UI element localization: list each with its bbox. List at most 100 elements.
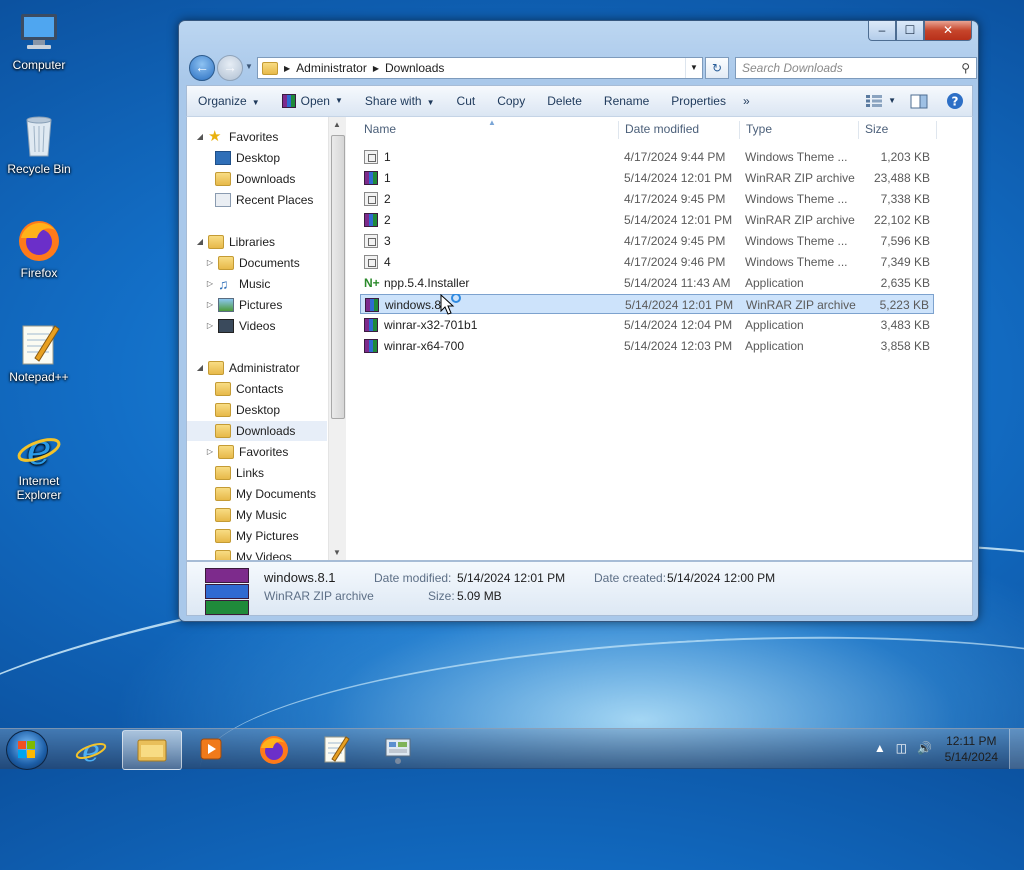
file-row[interactable]: 1 4/17/2024 9:44 PM Windows Theme ... 1,… bbox=[360, 147, 934, 167]
close-button[interactable]: ✕ bbox=[924, 21, 972, 41]
nav-library-documents[interactable]: ▷ Documents bbox=[205, 253, 300, 273]
nav-my-music[interactable]: My Music bbox=[215, 505, 287, 525]
taskbar-notepad-plus-plus[interactable] bbox=[307, 730, 365, 768]
desktop-icon-notepad-plus-plus[interactable]: Notepad++ bbox=[2, 320, 76, 384]
nav-library-pictures[interactable]: ▷ Pictures bbox=[205, 295, 282, 315]
nav-administrator[interactable]: ◢ Administrator bbox=[195, 358, 300, 378]
winrar-installer-icon bbox=[364, 318, 378, 332]
nav-downloads[interactable]: Downloads bbox=[187, 421, 327, 441]
taskbar-firefox[interactable] bbox=[245, 730, 303, 768]
nav-desktop[interactable]: Desktop bbox=[215, 400, 280, 420]
file-row[interactable]: 1 5/14/2024 12:01 PM WinRAR ZIP archive … bbox=[360, 168, 934, 188]
column-header-date-modified[interactable]: Date modified bbox=[625, 117, 699, 141]
column-header-size[interactable]: Size bbox=[865, 117, 888, 141]
nav-favorites[interactable]: ◢ ★ Favorites bbox=[195, 127, 278, 147]
expand-arrow-icon[interactable]: ▷ bbox=[205, 274, 215, 294]
search-input[interactable]: Search Downloads ⚲ bbox=[735, 57, 977, 79]
cut-button[interactable]: Cut bbox=[446, 89, 487, 113]
more-commands-button[interactable]: » bbox=[737, 89, 756, 113]
recent-pages-dropdown[interactable]: ▼ bbox=[245, 62, 253, 71]
share-with-button[interactable]: Share with ▼ bbox=[354, 89, 446, 113]
column-divider[interactable] bbox=[739, 121, 740, 139]
firefox-icon bbox=[15, 216, 63, 264]
address-dropdown-icon[interactable]: ▼ bbox=[685, 58, 702, 78]
column-divider[interactable] bbox=[618, 121, 619, 139]
taskbar-network-app[interactable] bbox=[370, 730, 428, 768]
collapse-arrow-icon[interactable]: ◢ bbox=[195, 127, 205, 147]
file-size: 1,203 KB bbox=[880, 150, 930, 164]
nav-libraries[interactable]: ◢ Libraries bbox=[195, 232, 275, 252]
delete-button[interactable]: Delete bbox=[536, 89, 593, 113]
file-name: 1 bbox=[384, 171, 391, 185]
collapse-arrow-icon[interactable]: ◢ bbox=[195, 358, 205, 378]
firefox-icon bbox=[260, 736, 288, 764]
file-row[interactable]: N+ npp.5.4.Installer 5/14/2024 11:43 AM … bbox=[360, 273, 934, 293]
nav-library-videos[interactable]: ▷ Videos bbox=[205, 316, 275, 336]
nav-contacts[interactable]: Contacts bbox=[215, 379, 283, 399]
breadcrumb-separator-icon[interactable]: ▶ bbox=[373, 64, 379, 73]
folder-icon bbox=[262, 61, 278, 75]
file-row[interactable]: 4 4/17/2024 9:46 PM Windows Theme ... 7,… bbox=[360, 252, 934, 272]
file-row[interactable]: winrar-x64-700 5/14/2024 12:03 PM Applic… bbox=[360, 336, 934, 356]
maximize-button[interactable]: ☐ bbox=[896, 21, 924, 41]
nav-links[interactable]: Links bbox=[215, 463, 264, 483]
scrollbar-thumb[interactable] bbox=[331, 135, 345, 419]
nav-favorites-desktop[interactable]: Desktop bbox=[215, 148, 280, 168]
properties-button[interactable]: Properties bbox=[660, 89, 737, 113]
expand-arrow-icon[interactable]: ▷ bbox=[205, 295, 215, 315]
nav-library-music[interactable]: ▷ ♫ Music bbox=[205, 274, 270, 294]
forward-button[interactable]: → bbox=[217, 55, 243, 81]
copy-button[interactable]: Copy bbox=[486, 89, 536, 113]
network-icon[interactable]: ◫ bbox=[896, 741, 907, 755]
collapse-arrow-icon[interactable]: ◢ bbox=[195, 232, 205, 252]
expand-arrow-icon[interactable]: ▷ bbox=[205, 316, 215, 336]
change-view-button[interactable]: ▼ bbox=[861, 89, 900, 113]
desktop-icon-firefox[interactable]: Firefox bbox=[2, 216, 76, 280]
address-bar[interactable]: ▶ Administrator ▶ Downloads ▼ bbox=[257, 57, 703, 79]
back-button[interactable]: ← bbox=[189, 55, 215, 81]
preview-pane-button[interactable] bbox=[900, 89, 938, 113]
breadcrumb-downloads[interactable]: Downloads bbox=[385, 61, 444, 75]
show-hidden-icons-icon[interactable]: ▲ bbox=[874, 741, 886, 755]
desktop-icon-computer[interactable]: Computer bbox=[2, 8, 76, 72]
expand-arrow-icon[interactable]: ▷ bbox=[205, 253, 215, 273]
desktop-icon-internet-explorer[interactable]: e Internet Explorer bbox=[2, 424, 76, 502]
breadcrumb-separator-icon[interactable]: ▶ bbox=[284, 64, 290, 73]
nav-my-pictures[interactable]: My Pictures bbox=[215, 526, 299, 546]
open-button[interactable]: Open ▼ bbox=[271, 89, 354, 113]
column-divider[interactable] bbox=[936, 121, 937, 139]
taskbar-windows-explorer[interactable] bbox=[122, 730, 182, 770]
column-header-type[interactable]: Type bbox=[746, 117, 772, 141]
nav-recent-places[interactable]: Recent Places bbox=[215, 190, 313, 210]
organize-button[interactable]: Organize ▼ bbox=[187, 89, 271, 113]
nav-my-documents[interactable]: My Documents bbox=[215, 484, 316, 504]
start-button[interactable] bbox=[6, 730, 48, 770]
navigation-scrollbar[interactable]: ▲ ▼ bbox=[328, 117, 346, 560]
column-header-name[interactable]: Name bbox=[364, 117, 396, 141]
column-divider[interactable] bbox=[858, 121, 859, 139]
refresh-button[interactable]: ↻ bbox=[705, 57, 729, 79]
show-desktop-button[interactable] bbox=[1009, 729, 1024, 769]
search-icon[interactable]: ⚲ bbox=[961, 61, 970, 75]
volume-icon[interactable]: 🔊 bbox=[917, 741, 932, 755]
nav-my-videos[interactable]: My Videos bbox=[215, 547, 292, 560]
desktop-icon-recycle-bin[interactable]: Recycle Bin bbox=[2, 112, 76, 176]
taskbar-media-player[interactable] bbox=[182, 730, 240, 768]
rename-button[interactable]: Rename bbox=[593, 89, 660, 113]
taskbar-internet-explorer[interactable]: e bbox=[62, 730, 120, 769]
scroll-down-icon[interactable]: ▼ bbox=[333, 548, 341, 557]
system-clock[interactable]: 12:11 PM 5/14/2024 bbox=[945, 733, 998, 765]
breadcrumb-administrator[interactable]: Administrator bbox=[296, 61, 367, 75]
file-row[interactable]: winrar-x32-701b1 5/14/2024 12:04 PM Appl… bbox=[360, 315, 934, 335]
help-button[interactable]: ? bbox=[938, 89, 972, 113]
file-row[interactable]: 2 5/14/2024 12:01 PM WinRAR ZIP archive … bbox=[360, 210, 934, 230]
nav-favorites-downloads[interactable]: Downloads bbox=[215, 169, 295, 189]
desktop-icon-label: Computer bbox=[12, 58, 66, 72]
nav-favorites-folder[interactable]: ▷ Favorites bbox=[205, 442, 288, 462]
file-row[interactable]: 2 4/17/2024 9:45 PM Windows Theme ... 7,… bbox=[360, 189, 934, 209]
file-row[interactable]: 3 4/17/2024 9:45 PM Windows Theme ... 7,… bbox=[360, 231, 934, 251]
minimize-button[interactable]: ‒ bbox=[868, 21, 896, 41]
scroll-up-icon[interactable]: ▲ bbox=[333, 120, 341, 129]
file-date: 4/17/2024 9:45 PM bbox=[624, 192, 726, 206]
expand-arrow-icon[interactable]: ▷ bbox=[205, 442, 215, 462]
